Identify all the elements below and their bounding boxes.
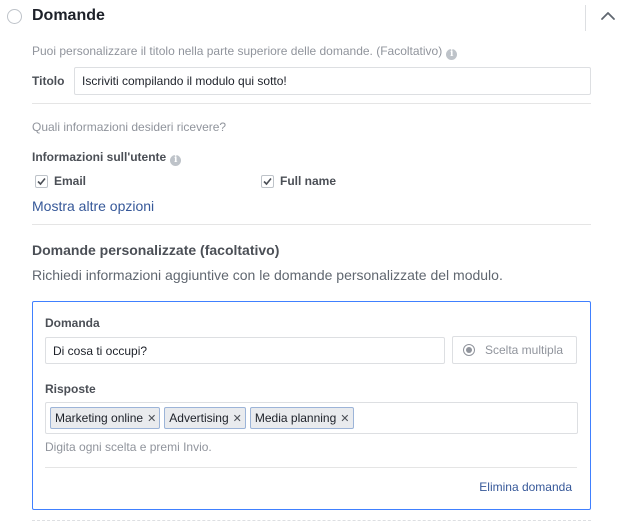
answer-tag: Media planning ✕: [249, 407, 354, 429]
divider: [32, 103, 591, 104]
user-info-heading: Informazioni sull'utente i: [32, 150, 182, 166]
answer-tag: Advertising ✕: [164, 407, 246, 429]
question-type-label: Scelta multipla: [485, 343, 564, 357]
full-name-label: Full name: [280, 174, 337, 188]
answer-tag: Marketing online ✕: [50, 407, 161, 429]
answers-label: Risposte: [45, 382, 96, 396]
custom-questions-description: Richiedi informazioni aggiuntive con le …: [32, 267, 503, 283]
card-divider: [45, 467, 577, 468]
collapse-button[interactable]: [598, 7, 618, 25]
user-info-heading-text: Informazioni sull'utente: [32, 150, 167, 164]
remove-tag-icon[interactable]: ✕: [147, 412, 156, 425]
info-icon[interactable]: i: [446, 49, 458, 60]
info-question: Quali informazioni desideri ricevere?: [32, 120, 227, 134]
question-input[interactable]: Di cosa ti occupi?: [45, 337, 445, 364]
delete-question-link[interactable]: Elimina domanda: [479, 480, 572, 494]
title-input-value: Iscriviti compilando il modulo qui sotto…: [82, 74, 287, 88]
section-title: Domande: [32, 7, 105, 24]
question-label: Domanda: [45, 316, 100, 330]
remove-tag-icon[interactable]: ✕: [340, 412, 349, 425]
checkmark-icon: [37, 177, 46, 186]
answers-input[interactable]: Marketing online ✕ Advertising ✕ Media p…: [45, 402, 578, 434]
info-icon[interactable]: i: [170, 155, 182, 166]
radio-icon: [463, 344, 475, 356]
email-label: Email: [54, 174, 87, 188]
answer-tag-label: Media planning: [254, 411, 337, 425]
divider: [32, 224, 591, 225]
remove-tag-icon[interactable]: ✕: [233, 412, 242, 425]
bottom-divider: [32, 520, 591, 521]
question-type-button[interactable]: Scelta multipla: [452, 336, 577, 364]
title-hint-text: Puoi personalizzare il titolo nella part…: [32, 44, 443, 58]
chevron-up-icon: [601, 12, 615, 20]
answer-tag-label: Advertising: [169, 411, 229, 425]
header-divider: [585, 5, 586, 31]
question-input-value: Di cosa ti occupi?: [53, 343, 148, 358]
answers-hint: Digita ogni scelta e premi Invio.: [45, 440, 212, 454]
checkmark-icon: [263, 177, 272, 186]
section-radio[interactable]: [7, 9, 22, 24]
email-checkbox[interactable]: [35, 175, 48, 188]
custom-questions-heading: Domande personalizzate (facoltativo): [32, 242, 280, 258]
show-more-options-link[interactable]: Mostra altre opzioni: [32, 198, 154, 214]
answer-tag-label: Marketing online: [55, 411, 144, 425]
title-hint: Puoi personalizzare il titolo nella part…: [32, 44, 458, 60]
title-label: Titolo: [32, 74, 65, 88]
title-input[interactable]: Iscriviti compilando il modulo qui sotto…: [74, 67, 591, 95]
full-name-checkbox[interactable]: [261, 175, 274, 188]
